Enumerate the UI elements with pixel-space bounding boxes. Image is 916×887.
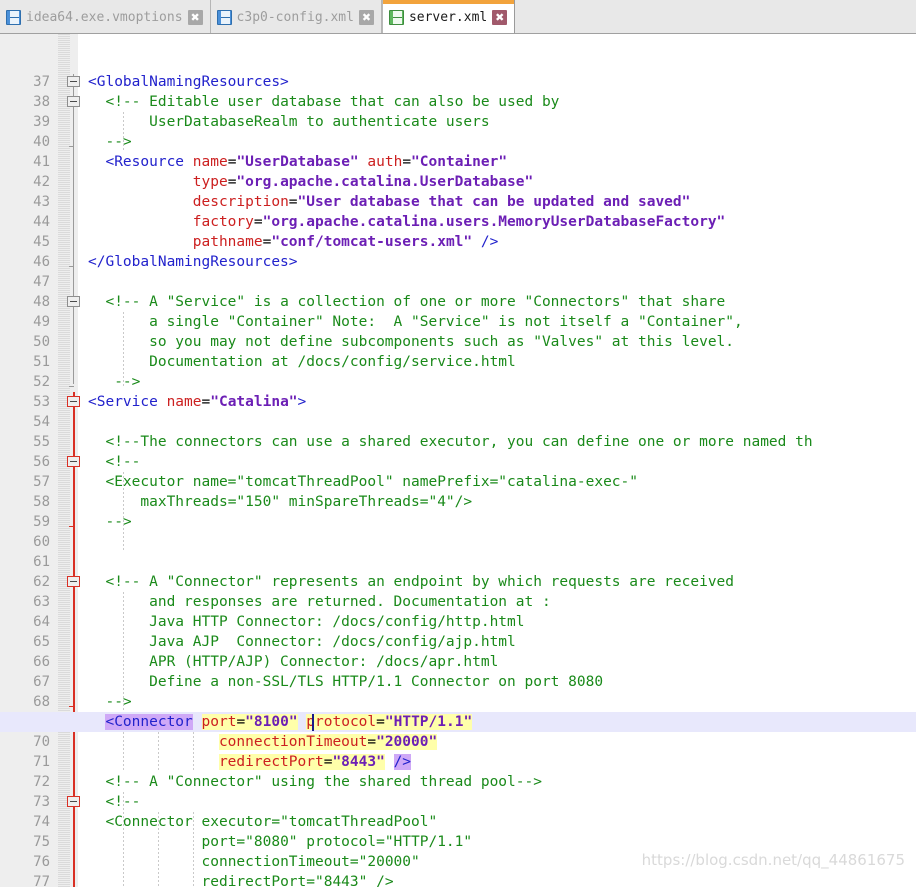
code-line[interactable]: -->: [88, 512, 916, 532]
code-line[interactable]: type="org.apache.catalina.UserDatabase": [88, 172, 916, 192]
code-content-area[interactable]: <GlobalNamingResources> <!-- Editable us…: [0, 34, 916, 887]
code-line[interactable]: port="8080" protocol="HTTP/1.1": [88, 832, 916, 852]
code-line[interactable]: -->: [88, 132, 916, 152]
code-line[interactable]: a single "Container" Note: A "Service" i…: [88, 312, 916, 332]
indent-guide: [123, 310, 124, 386]
code-line[interactable]: so you may not define subcomponents such…: [88, 332, 916, 352]
code-line[interactable]: Documentation at /docs/config/service.ht…: [88, 352, 916, 372]
indent-guide: [193, 810, 194, 887]
code-line[interactable]: <GlobalNamingResources>: [88, 72, 916, 92]
indent-guide: [123, 790, 124, 887]
code-line[interactable]: Define a non-SSL/TLS HTTP/1.1 Connector …: [88, 672, 916, 692]
code-line[interactable]: -->: [88, 692, 916, 712]
editor-tab-label: idea64.exe.vmoptions: [26, 9, 183, 25]
code-line[interactable]: description="User database that can be u…: [88, 192, 916, 212]
text-caret: [312, 714, 314, 731]
close-tab-icon[interactable]: ✖: [358, 9, 374, 25]
indent-guide: [193, 730, 194, 770]
code-line[interactable]: <!-- A "Connector" using the shared thre…: [88, 772, 916, 792]
code-line[interactable]: Java AJP Connector: /docs/config/ajp.htm…: [88, 632, 916, 652]
indent-guide: [123, 730, 124, 770]
code-line[interactable]: <!-- A "Service" is a collection of one …: [88, 292, 916, 312]
indent-guide: [123, 110, 124, 150]
code-line[interactable]: connectionTimeout="20000": [88, 732, 916, 752]
indent-guide: [158, 730, 159, 770]
code-line[interactable]: redirectPort="8443" />: [88, 872, 916, 887]
editor-tab-bar: idea64.exe.vmoptions ✖ c3p0-config.xml ✖ ser…: [0, 0, 916, 34]
code-line[interactable]: redirectPort="8443" />: [88, 752, 916, 772]
code-line[interactable]: pathname="conf/tomcat-users.xml" />: [88, 232, 916, 252]
indent-guide: [123, 470, 124, 550]
code-line[interactable]: </GlobalNamingResources>: [88, 252, 916, 272]
code-line-active[interactable]: <Connector port="8100" protocol="HTTP/1.…: [0, 712, 916, 732]
close-tab-icon[interactable]: ✖: [492, 9, 508, 25]
code-line[interactable]: <!--: [88, 452, 916, 472]
blog-watermark: https://blog.csdn.net/qq_44861675: [641, 851, 905, 869]
indent-guide: [123, 590, 124, 710]
floppy-save-icon: [388, 9, 404, 25]
code-line[interactable]: <!-- A "Connector" represents an endpoin…: [88, 572, 916, 592]
editor-tab-label: c3p0-config.xml: [236, 9, 354, 25]
code-line[interactable]: UserDatabaseRealm to authenticate users: [88, 112, 916, 132]
code-line[interactable]: Java HTTP Connector: /docs/config/http.h…: [88, 612, 916, 632]
code-line[interactable]: <Connector executor="tomcatThreadPool": [88, 812, 916, 832]
editor-tab-1[interactable]: c3p0-config.xml ✖: [210, 0, 382, 33]
indent-guide: [158, 810, 159, 887]
editor-tab-0[interactable]: idea64.exe.vmoptions ✖: [0, 0, 211, 33]
floppy-save-icon: [6, 9, 21, 25]
code-line[interactable]: factory="org.apache.catalina.users.Memor…: [88, 212, 916, 232]
code-line[interactable]: <!--: [88, 792, 916, 812]
code-line[interactable]: -->: [88, 372, 916, 392]
editor-tab-2[interactable]: server.xml ✖: [381, 0, 516, 33]
editor-tab-label: server.xml: [408, 9, 488, 25]
close-tab-icon[interactable]: ✖: [187, 9, 203, 25]
code-line[interactable]: [88, 272, 916, 292]
floppy-save-icon: [216, 9, 232, 25]
code-line[interactable]: <!--The connectors can use a shared exec…: [88, 432, 916, 452]
code-line[interactable]: <Service name="Catalina">: [88, 392, 916, 412]
code-line[interactable]: and responses are returned. Documentatio…: [88, 592, 916, 612]
code-line[interactable]: <Executor name="tomcatThreadPool" namePr…: [88, 472, 916, 492]
code-line[interactable]: <!-- Editable user database that can als…: [88, 92, 916, 112]
code-line[interactable]: [88, 532, 916, 552]
code-line[interactable]: maxThreads="150" minSpareThreads="4"/>: [88, 492, 916, 512]
code-editor[interactable]: 37 38 39 40 41 42 43 44 45 46 47 48 49 50 51 52 53 54 55 56…: [0, 34, 916, 887]
code-line[interactable]: APR (HTTP/AJP) Connector: /docs/apr.html: [88, 652, 916, 672]
code-line[interactable]: <Resource name="UserDatabase" auth="Cont…: [88, 152, 916, 172]
code-line[interactable]: [88, 552, 916, 572]
code-line[interactable]: [88, 412, 916, 432]
